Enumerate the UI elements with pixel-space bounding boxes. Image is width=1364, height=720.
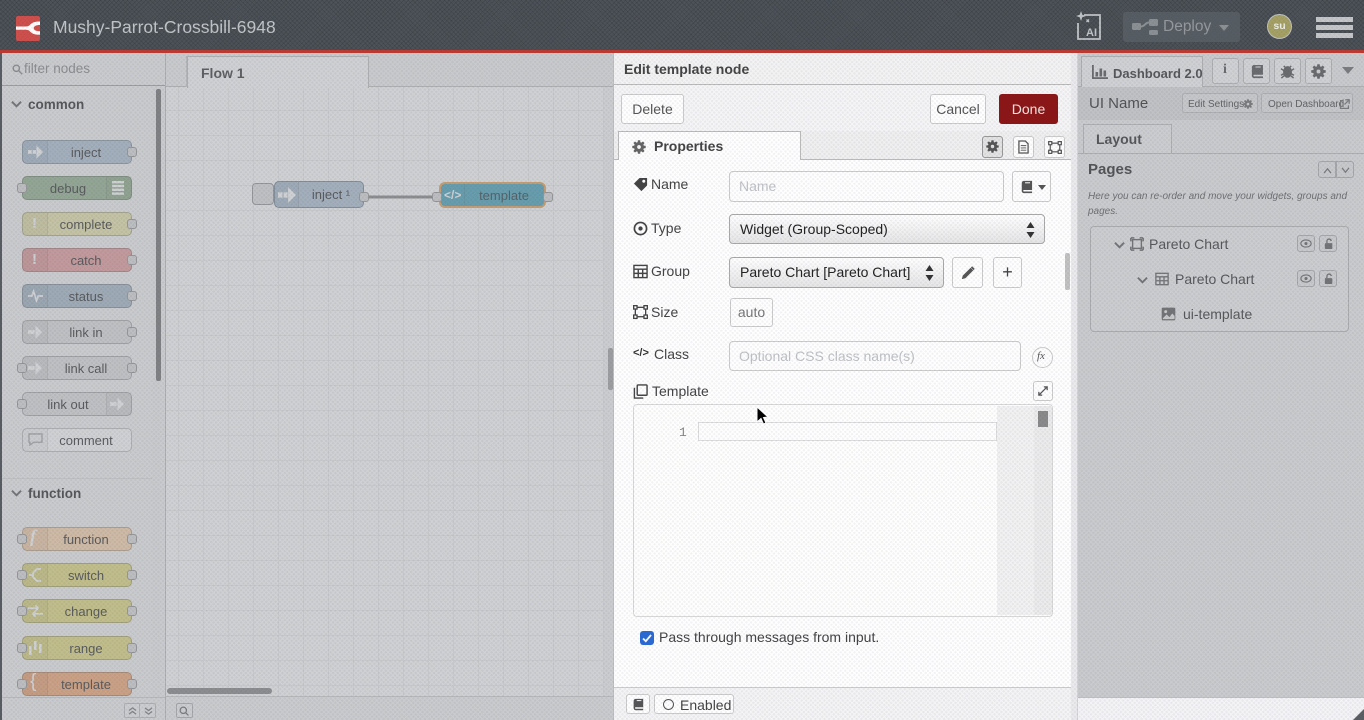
svg-text:AI: AI [1086,27,1097,39]
